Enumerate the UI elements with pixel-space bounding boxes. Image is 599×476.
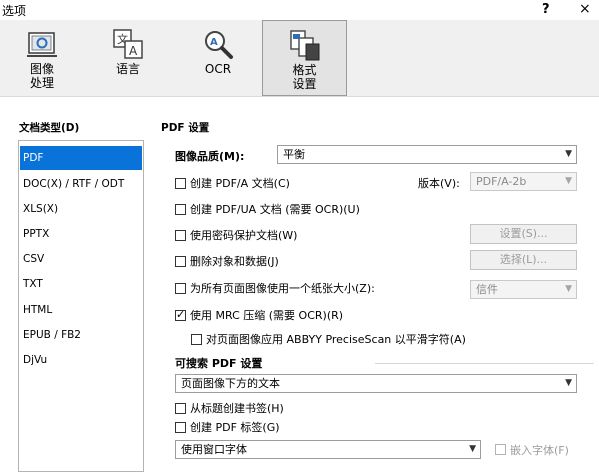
create-pdfa-checkbox[interactable] [175,178,186,189]
create-tags-label: 创建 PDF 标签(G) [190,421,280,434]
tab-language[interactable]: 文 A 语言 [100,20,156,96]
svg-text:A: A [129,44,138,58]
chevron-down-icon: ▼ [565,284,572,294]
embed-fonts-label: 嵌入字体(F) [510,444,569,457]
password-protect-label: 使用密码保护文档(W) [190,229,298,242]
create-pdfua-checkbox[interactable] [175,204,186,215]
tab-ocr-label: OCR [204,62,232,76]
image-quality-label: 图像品质(M): [175,150,245,163]
create-pdfa-label: 创建 PDF/A 文档(C) [190,177,290,190]
use-mrc-label: 使用 MRC 压缩 (需要 OCR)(R) [190,309,344,322]
image-quality-select[interactable]: 平衡 ▼ [277,145,577,164]
tab-language-label: 语言 [115,62,140,76]
pdf-settings-heading: PDF 设置 [161,122,210,134]
chevron-down-icon: ▼ [565,378,572,388]
precisescan-checkbox[interactable] [191,334,202,345]
tab-image-processing-label: 图像 处理 [29,62,54,90]
svg-text:A: A [210,37,218,48]
select-button[interactable]: 选择(L)... [470,250,577,270]
delete-objects-checkbox[interactable] [175,256,186,267]
window-title: 选项 [2,4,27,18]
chevron-down-icon: ▼ [565,176,572,186]
document-type-list[interactable]: PDF DOC(X) / RTF / ODT XLS(X) PPTX CSV T… [18,140,144,472]
format-settings-icon [289,30,319,61]
paper-size-select[interactable]: 信件 ▼ [470,280,577,299]
list-item-pdf[interactable]: PDF [20,146,142,170]
settings-button[interactable]: 设置(S)... [470,224,577,244]
searchable-pdf-heading: 可搜索 PDF 设置 [175,357,263,370]
single-paper-size-checkbox[interactable] [175,283,186,294]
language-icon: 文 A [113,29,143,59]
ocr-magnifier-icon: A [205,31,233,59]
list-item-html[interactable]: HTML [20,298,142,322]
document-types-label: 文档类型(D) [19,122,80,134]
image-processing-icon [27,32,57,57]
tab-image-processing[interactable]: 图像 处理 [14,20,70,96]
create-bookmarks-label: 从标题创建书签(H) [190,402,284,415]
version-label: 版本(V): [418,177,460,190]
list-item-pptx[interactable]: PPTX [20,222,142,246]
font-mode-select[interactable]: 使用窗口字体 ▼ [175,440,481,459]
paper-size-value: 信件 [476,283,498,296]
tab-ocr[interactable]: A OCR [190,20,246,96]
list-item-csv[interactable]: CSV [20,247,142,271]
list-item-xls[interactable]: XLS(X) [20,197,142,221]
image-quality-value: 平衡 [283,148,305,161]
font-mode-value: 使用窗口字体 [181,443,247,456]
precisescan-label: 对页面图像应用 ABBYY PreciseScan 以平滑字符(A) [206,333,466,346]
help-button[interactable]: ? [542,2,550,17]
close-button[interactable]: × [579,1,591,17]
tab-format-settings[interactable]: 格式 设置 [262,20,347,96]
chevron-down-icon: ▼ [565,149,572,159]
list-item-txt[interactable]: TXT [20,272,142,296]
list-item-epub[interactable]: EPUB / FB2 [20,323,142,347]
version-select[interactable]: PDF/A-2b ▼ [470,172,577,191]
searchable-mode-select[interactable]: 页面图像下方的文本 ▼ [175,374,577,393]
delete-objects-label: 删除对象和数据(J) [190,255,279,268]
list-item-djvu[interactable]: DjVu [20,348,142,372]
list-item-doc[interactable]: DOC(X) / RTF / ODT [20,172,142,196]
embed-fonts-checkbox[interactable] [495,444,506,455]
title-bar: 选项 ? × [0,0,599,20]
section-divider [375,363,594,364]
searchable-mode-value: 页面图像下方的文本 [181,377,280,390]
version-value: PDF/A-2b [476,175,527,188]
create-bookmarks-checkbox[interactable] [175,403,186,414]
password-protect-checkbox[interactable] [175,230,186,241]
chevron-down-icon: ▼ [469,444,476,454]
use-mrc-checkbox[interactable] [175,308,186,321]
create-tags-checkbox[interactable] [175,422,186,433]
options-toolbar: 图像 处理 文 A 语言 A OCR 格式 设置 [0,20,599,97]
create-pdfua-label: 创建 PDF/UA 文档 (需要 OCR)(U) [190,203,360,216]
tab-format-settings-label: 格式 设置 [292,63,317,91]
single-paper-size-label: 为所有页面图像使用一个纸张大小(Z): [190,282,375,295]
